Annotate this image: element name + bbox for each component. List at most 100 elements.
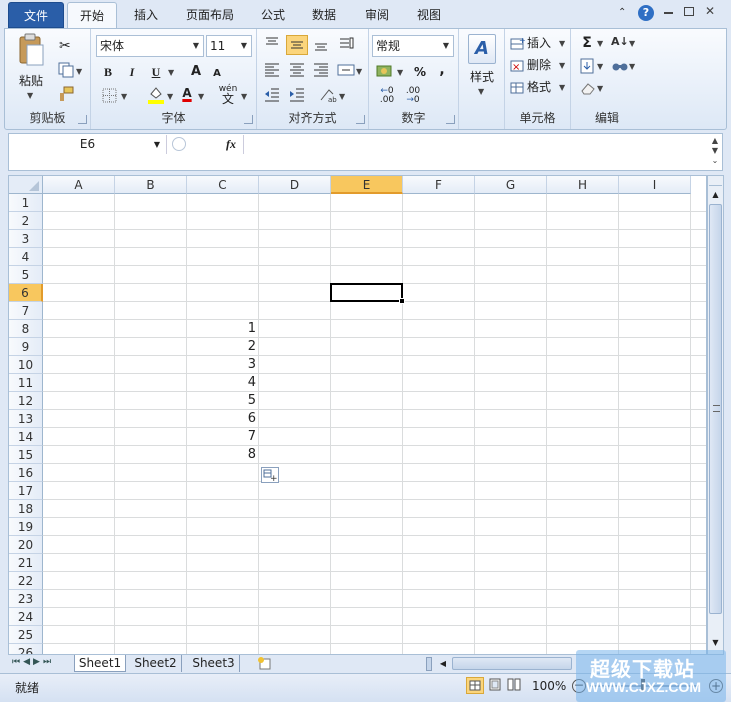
row-header-2[interactable]: 2 [9, 212, 43, 230]
wrap-dropdown-icon[interactable]: ▼ [339, 92, 345, 101]
fill-dropdown-icon[interactable]: ▼ [597, 62, 603, 71]
comma-button[interactable]: , [435, 60, 449, 80]
row-header-8[interactable]: 8 [9, 320, 43, 338]
currency-icon[interactable] [376, 63, 394, 81]
clear-dropdown-icon[interactable]: ▼ [597, 84, 603, 93]
zoom-level[interactable]: 100% [532, 679, 566, 693]
sort-filter-icon[interactable]: A↓ [611, 34, 629, 52]
sheet-tab-1[interactable]: Sheet1 [74, 655, 126, 672]
scroll-up-icon[interactable]: ▲ [708, 188, 723, 202]
fill-icon[interactable] [579, 57, 597, 75]
split-box[interactable] [709, 176, 722, 186]
row-header-19[interactable]: 19 [9, 518, 43, 536]
minimize-ribbon-icon[interactable]: ⌃ [618, 7, 630, 19]
sheet-nav-icons[interactable]: ⏮◀▶⏭ [12, 657, 54, 667]
row-header-16[interactable]: 16 [9, 464, 43, 482]
row-header-13[interactable]: 13 [9, 410, 43, 428]
row-header-15[interactable]: 15 [9, 446, 43, 464]
align-bottom-icon[interactable] [312, 35, 330, 53]
format-dropdown-icon[interactable]: ▼ [559, 83, 565, 92]
scroll-thumb[interactable] [709, 204, 722, 614]
font-launcher-icon[interactable] [244, 115, 253, 124]
column-header-f[interactable]: F [403, 176, 475, 194]
active-cell-border[interactable] [330, 283, 403, 302]
autosum-button[interactable]: Σ [579, 33, 595, 53]
borders-icon[interactable] [101, 87, 119, 105]
autofill-options-icon[interactable]: + [261, 467, 279, 484]
cell-c15[interactable]: 8 [187, 446, 259, 464]
autosum-dropdown-icon[interactable]: ▼ [597, 39, 603, 48]
format-painter-icon[interactable] [57, 85, 75, 103]
styles-dropdown-icon[interactable]: ▼ [478, 87, 484, 96]
cut-icon[interactable]: ✂ [59, 37, 77, 55]
row-header-7[interactable]: 7 [9, 302, 43, 320]
find-dropdown-icon[interactable]: ▼ [629, 62, 635, 71]
copy-icon[interactable] [57, 61, 75, 79]
find-select-icon[interactable] [611, 57, 629, 75]
sheet-tab-2[interactable]: Sheet2 [130, 655, 182, 672]
decrease-indent-icon[interactable] [263, 86, 281, 104]
shrink-font-button[interactable]: A [209, 64, 225, 84]
vertical-scrollbar[interactable]: ▲ ▼ [707, 175, 724, 655]
fill-handle[interactable] [399, 298, 405, 304]
row-header-20[interactable]: 20 [9, 536, 43, 554]
font-color-dropdown-icon[interactable]: ▼ [198, 92, 204, 101]
underline-dropdown-icon[interactable]: ▼ [168, 68, 174, 77]
cell-c14[interactable]: 7 [187, 428, 259, 446]
normal-view-icon[interactable] [466, 677, 484, 694]
help-icon[interactable]: ? [638, 5, 654, 21]
merge-center-icon[interactable] [337, 61, 355, 79]
column-header-e[interactable]: E [331, 176, 403, 194]
cell-c10[interactable]: 3 [187, 356, 259, 374]
bold-button[interactable]: B [99, 62, 117, 82]
delete-cells-button[interactable]: 删除 [527, 55, 557, 75]
merge-dropdown-icon[interactable]: ▼ [356, 67, 362, 76]
paste-button[interactable]: 粘贴 [11, 71, 51, 91]
row-header-23[interactable]: 23 [9, 590, 43, 608]
sort-dropdown-icon[interactable]: ▼ [629, 39, 635, 48]
new-sheet-icon[interactable] [256, 656, 274, 671]
row-header-24[interactable]: 24 [9, 608, 43, 626]
row-header-3[interactable]: 3 [9, 230, 43, 248]
row-header-18[interactable]: 18 [9, 500, 43, 518]
orientation-icon[interactable] [337, 35, 355, 53]
delete-dropdown-icon[interactable]: ▼ [559, 61, 565, 70]
format-cells-icon[interactable] [509, 79, 527, 97]
name-box[interactable]: E6 ▼ [9, 135, 167, 154]
row-header-25[interactable]: 25 [9, 626, 43, 644]
insert-function-button[interactable]: fx [226, 135, 236, 154]
restore-icon[interactable] [684, 7, 694, 16]
format-cells-button[interactable]: 格式 [527, 77, 557, 97]
clipboard-launcher-icon[interactable] [78, 115, 87, 124]
column-header-g[interactable]: G [475, 176, 547, 194]
alignment-launcher-icon[interactable] [356, 115, 365, 124]
row-header-21[interactable]: 21 [9, 554, 43, 572]
worksheet-grid[interactable]: ABCDEFGHI 1 2 3 4 5 6 7 8 9 10 11 12 13 14 15 16 17 18 19 2… [8, 175, 707, 655]
row-header-17[interactable]: 17 [9, 482, 43, 500]
number-launcher-icon[interactable] [446, 115, 455, 124]
scroll-left-icon[interactable]: ◀ [436, 656, 450, 671]
minimize-icon[interactable] [664, 12, 673, 14]
align-top-icon[interactable] [263, 35, 281, 53]
italic-button[interactable]: I [123, 62, 141, 82]
number-format-combo[interactable]: 常规 ▼ [372, 35, 454, 57]
borders-dropdown-icon[interactable]: ▼ [121, 92, 127, 101]
tab-review[interactable]: 审阅 [360, 2, 394, 28]
copy-dropdown-icon[interactable]: ▼ [76, 67, 82, 76]
insert-cells-button[interactable]: 插入 [527, 33, 557, 53]
formula-input[interactable] [245, 135, 707, 169]
column-header-h[interactable]: H [547, 176, 619, 194]
phonetic-dropdown-icon[interactable]: ▼ [241, 92, 247, 101]
align-right-icon[interactable] [312, 61, 330, 79]
tab-file[interactable]: 文件 [8, 2, 64, 28]
tab-split-handle[interactable] [426, 657, 432, 671]
sheet-tab-3[interactable]: Sheet3 [188, 655, 240, 672]
row-header-6[interactable]: 6 [9, 284, 43, 302]
row-header-10[interactable]: 10 [9, 356, 43, 374]
decrease-decimal-button[interactable]: .00 →0 [401, 87, 425, 105]
currency-dropdown-icon[interactable]: ▼ [397, 68, 403, 77]
styles-icon[interactable]: A [468, 34, 496, 64]
increase-decimal-button[interactable]: ←0.00 [375, 87, 399, 105]
tab-home[interactable]: 开始 [67, 2, 117, 29]
tab-data[interactable]: 数据 [307, 2, 341, 28]
